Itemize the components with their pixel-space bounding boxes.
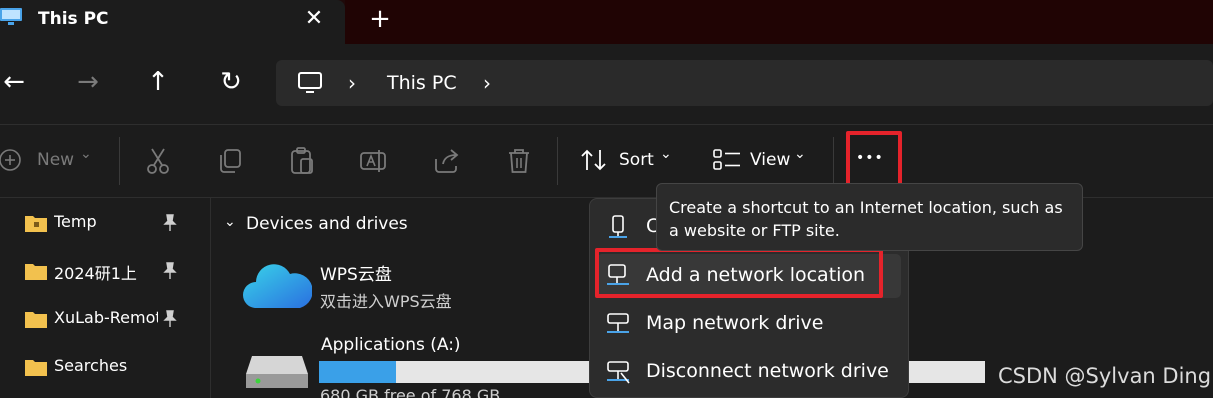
delete-icon[interactable] <box>503 145 535 177</box>
tooltip-text: Create a shortcut to an Internet locatio… <box>669 198 1063 240</box>
drive-name-wps[interactable]: WPS云盘 <box>320 260 392 285</box>
back-button[interactable]: ← <box>0 62 34 102</box>
drive-subtitle-applications: 680 GB free of 768 GB <box>320 386 501 398</box>
annotation-highlight-add-network-location <box>595 248 883 298</box>
drive-subtitle-wps: 双击进入WPS云盘 <box>320 292 452 311</box>
refresh-button[interactable]: ↻ <box>211 62 251 102</box>
section-collapse-chevron-icon[interactable]: ⌄ <box>224 214 236 230</box>
folder-icon <box>25 264 47 280</box>
cut-icon[interactable] <box>142 145 174 177</box>
sort-chevron-icon[interactable]: ⌄ <box>660 146 672 162</box>
menu-item-disconnect-network-drive[interactable]: Disconnect network drive <box>597 350 901 394</box>
sidebar-item-searches[interactable]: Searches <box>24 353 194 381</box>
pin-icon[interactable] <box>162 310 178 328</box>
hard-drive-icon <box>246 356 308 388</box>
breadcrumb-chevron-icon[interactable]: › <box>483 73 491 93</box>
sort-icon <box>581 149 606 171</box>
tab-title: This PC <box>38 9 109 29</box>
menu-item-label: Disconnect network drive <box>646 360 889 382</box>
toolbar-divider <box>557 137 558 185</box>
pin-icon[interactable] <box>162 262 178 280</box>
section-title-devices-and-drives[interactable]: Devices and drives <box>246 214 408 234</box>
breadcrumb-this-pc[interactable]: This PC <box>387 72 457 94</box>
rename-icon[interactable] <box>358 145 390 177</box>
up-button[interactable]: ↑ <box>138 62 178 102</box>
sidebar-item-label: XuLab-Remote <box>54 308 158 327</box>
view-icon <box>713 149 740 170</box>
internet-shortcut-icon <box>609 215 627 238</box>
pin-icon[interactable] <box>162 214 178 232</box>
annotation-highlight-more <box>846 131 902 188</box>
sidebar-item-label: 2024研1上 <box>54 264 137 283</box>
menu-item-label: Map network drive <box>646 312 824 334</box>
breadcrumb-chevron-icon[interactable]: › <box>348 73 356 93</box>
sidebar-item-2024[interactable]: 2024研1上 <box>24 257 194 285</box>
monitor-icon <box>0 8 22 25</box>
disconnect-network-drive-icon <box>607 361 630 384</box>
close-tab-button[interactable]: ✕ <box>300 6 328 34</box>
drive-name-applications[interactable]: Applications (A:) <box>321 335 461 355</box>
sidebar-item-label: Searches <box>54 356 128 375</box>
sidebar-item-label: Temp <box>54 212 97 231</box>
map-network-drive-icon <box>607 313 629 333</box>
share-icon[interactable] <box>431 145 463 177</box>
toolbar-divider <box>833 137 834 185</box>
sidebar-item-temp[interactable]: Temp <box>24 209 194 237</box>
folder-icon <box>25 216 47 232</box>
drive-usage-fill <box>319 361 396 383</box>
pc-icon <box>298 72 322 93</box>
new-button[interactable]: New <box>37 150 74 170</box>
view-chevron-icon[interactable]: ⌄ <box>794 146 806 162</box>
sidebar-item-xulab-remote[interactable]: XuLab-Remote <box>24 305 194 333</box>
folder-icon <box>25 360 47 376</box>
toolbar-divider <box>119 137 120 185</box>
title-bar-drag-region[interactable] <box>345 0 1213 44</box>
paste-icon[interactable] <box>286 145 318 177</box>
view-button[interactable]: View <box>750 150 790 170</box>
sort-button[interactable]: Sort <box>619 150 654 170</box>
copy-icon[interactable] <box>214 145 246 177</box>
menu-item-map-network-drive[interactable]: Map network drive <box>597 302 901 346</box>
new-plus-icon <box>0 149 21 171</box>
wps-cloud-icon <box>243 264 312 308</box>
tooltip: Create a shortcut to an Internet locatio… <box>656 183 1083 251</box>
forward-button[interactable]: → <box>68 62 108 102</box>
watermark: CSDN @Sylvan Ding <box>998 364 1212 388</box>
new-chevron-icon[interactable]: ⌄ <box>80 146 92 162</box>
folder-icon <box>25 312 47 328</box>
new-tab-button[interactable]: + <box>366 6 394 34</box>
